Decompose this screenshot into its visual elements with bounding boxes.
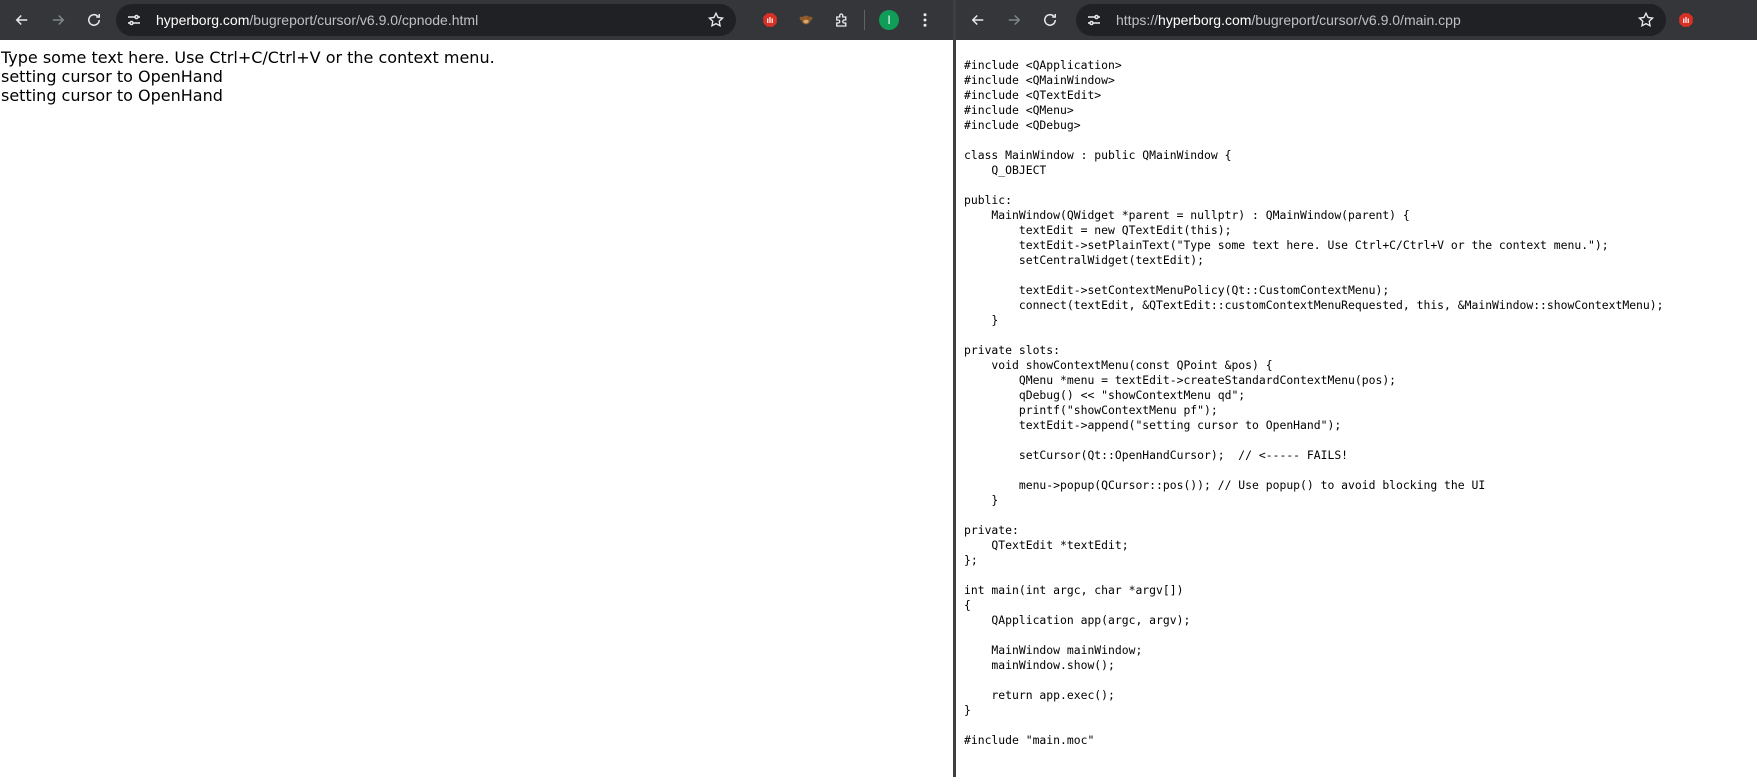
page-content: Type some text here. Use Ctrl+C/Ctrl+V o… (0, 40, 953, 105)
bookmark-star-icon[interactable] (1634, 8, 1658, 32)
text-line: setting cursor to OpenHand (1, 67, 223, 86)
forward-button[interactable] (1000, 6, 1028, 34)
reload-icon (1044, 13, 1056, 26)
arrow-left-icon (971, 14, 984, 26)
back-button[interactable] (8, 6, 36, 34)
menu-button[interactable] (911, 6, 939, 34)
stop-hand-extension-icon[interactable] (1672, 6, 1700, 34)
toolbar-separator (864, 10, 865, 30)
puzzle-extensions-icon[interactable] (828, 6, 856, 34)
left-browser-window: hyperborg.com/bugreport/cursor/v6.9.0/cp… (0, 0, 953, 777)
address-bar[interactable]: https://hyperborg.com/bugreport/cursor/v… (1076, 4, 1666, 36)
stop-hand-extension-icon[interactable] (756, 6, 784, 34)
forward-button[interactable] (44, 6, 72, 34)
bookmark-star-icon[interactable] (704, 8, 728, 32)
site-info-icon[interactable] (122, 8, 146, 32)
url-text[interactable]: https://hyperborg.com/bugreport/cursor/v… (1116, 12, 1634, 28)
more-vert-icon (923, 13, 927, 27)
right-browser-window: https://hyperborg.com/bugreport/cursor/v… (956, 0, 1757, 777)
site-info-icon[interactable] (1082, 8, 1106, 32)
reload-icon (88, 13, 100, 26)
browser-toolbar: https://hyperborg.com/bugreport/cursor/v… (956, 0, 1757, 40)
browser-toolbar: hyperborg.com/bugreport/cursor/v6.9.0/cp… (0, 0, 953, 40)
source-code: #include <QApplication> #include <QMainW… (964, 58, 1664, 747)
arrow-left-icon (15, 14, 28, 26)
extensions-area (1672, 6, 1708, 34)
profile-avatar[interactable]: I (875, 6, 903, 34)
text-line: Type some text here. Use Ctrl+C/Ctrl+V o… (1, 48, 495, 67)
reload-button[interactable] (80, 6, 108, 34)
arrow-right-icon (52, 14, 65, 26)
profile-initial: I (879, 10, 899, 30)
text-line: setting cursor to OpenHand (1, 86, 223, 105)
extensions-area: I (756, 6, 947, 34)
back-button[interactable] (964, 6, 992, 34)
url-text[interactable]: hyperborg.com/bugreport/cursor/v6.9.0/cp… (156, 12, 704, 28)
address-bar[interactable]: hyperborg.com/bugreport/cursor/v6.9.0/cp… (116, 4, 736, 36)
monkey-extension-icon[interactable] (792, 6, 820, 34)
reload-button[interactable] (1036, 6, 1064, 34)
arrow-right-icon (1008, 14, 1021, 26)
